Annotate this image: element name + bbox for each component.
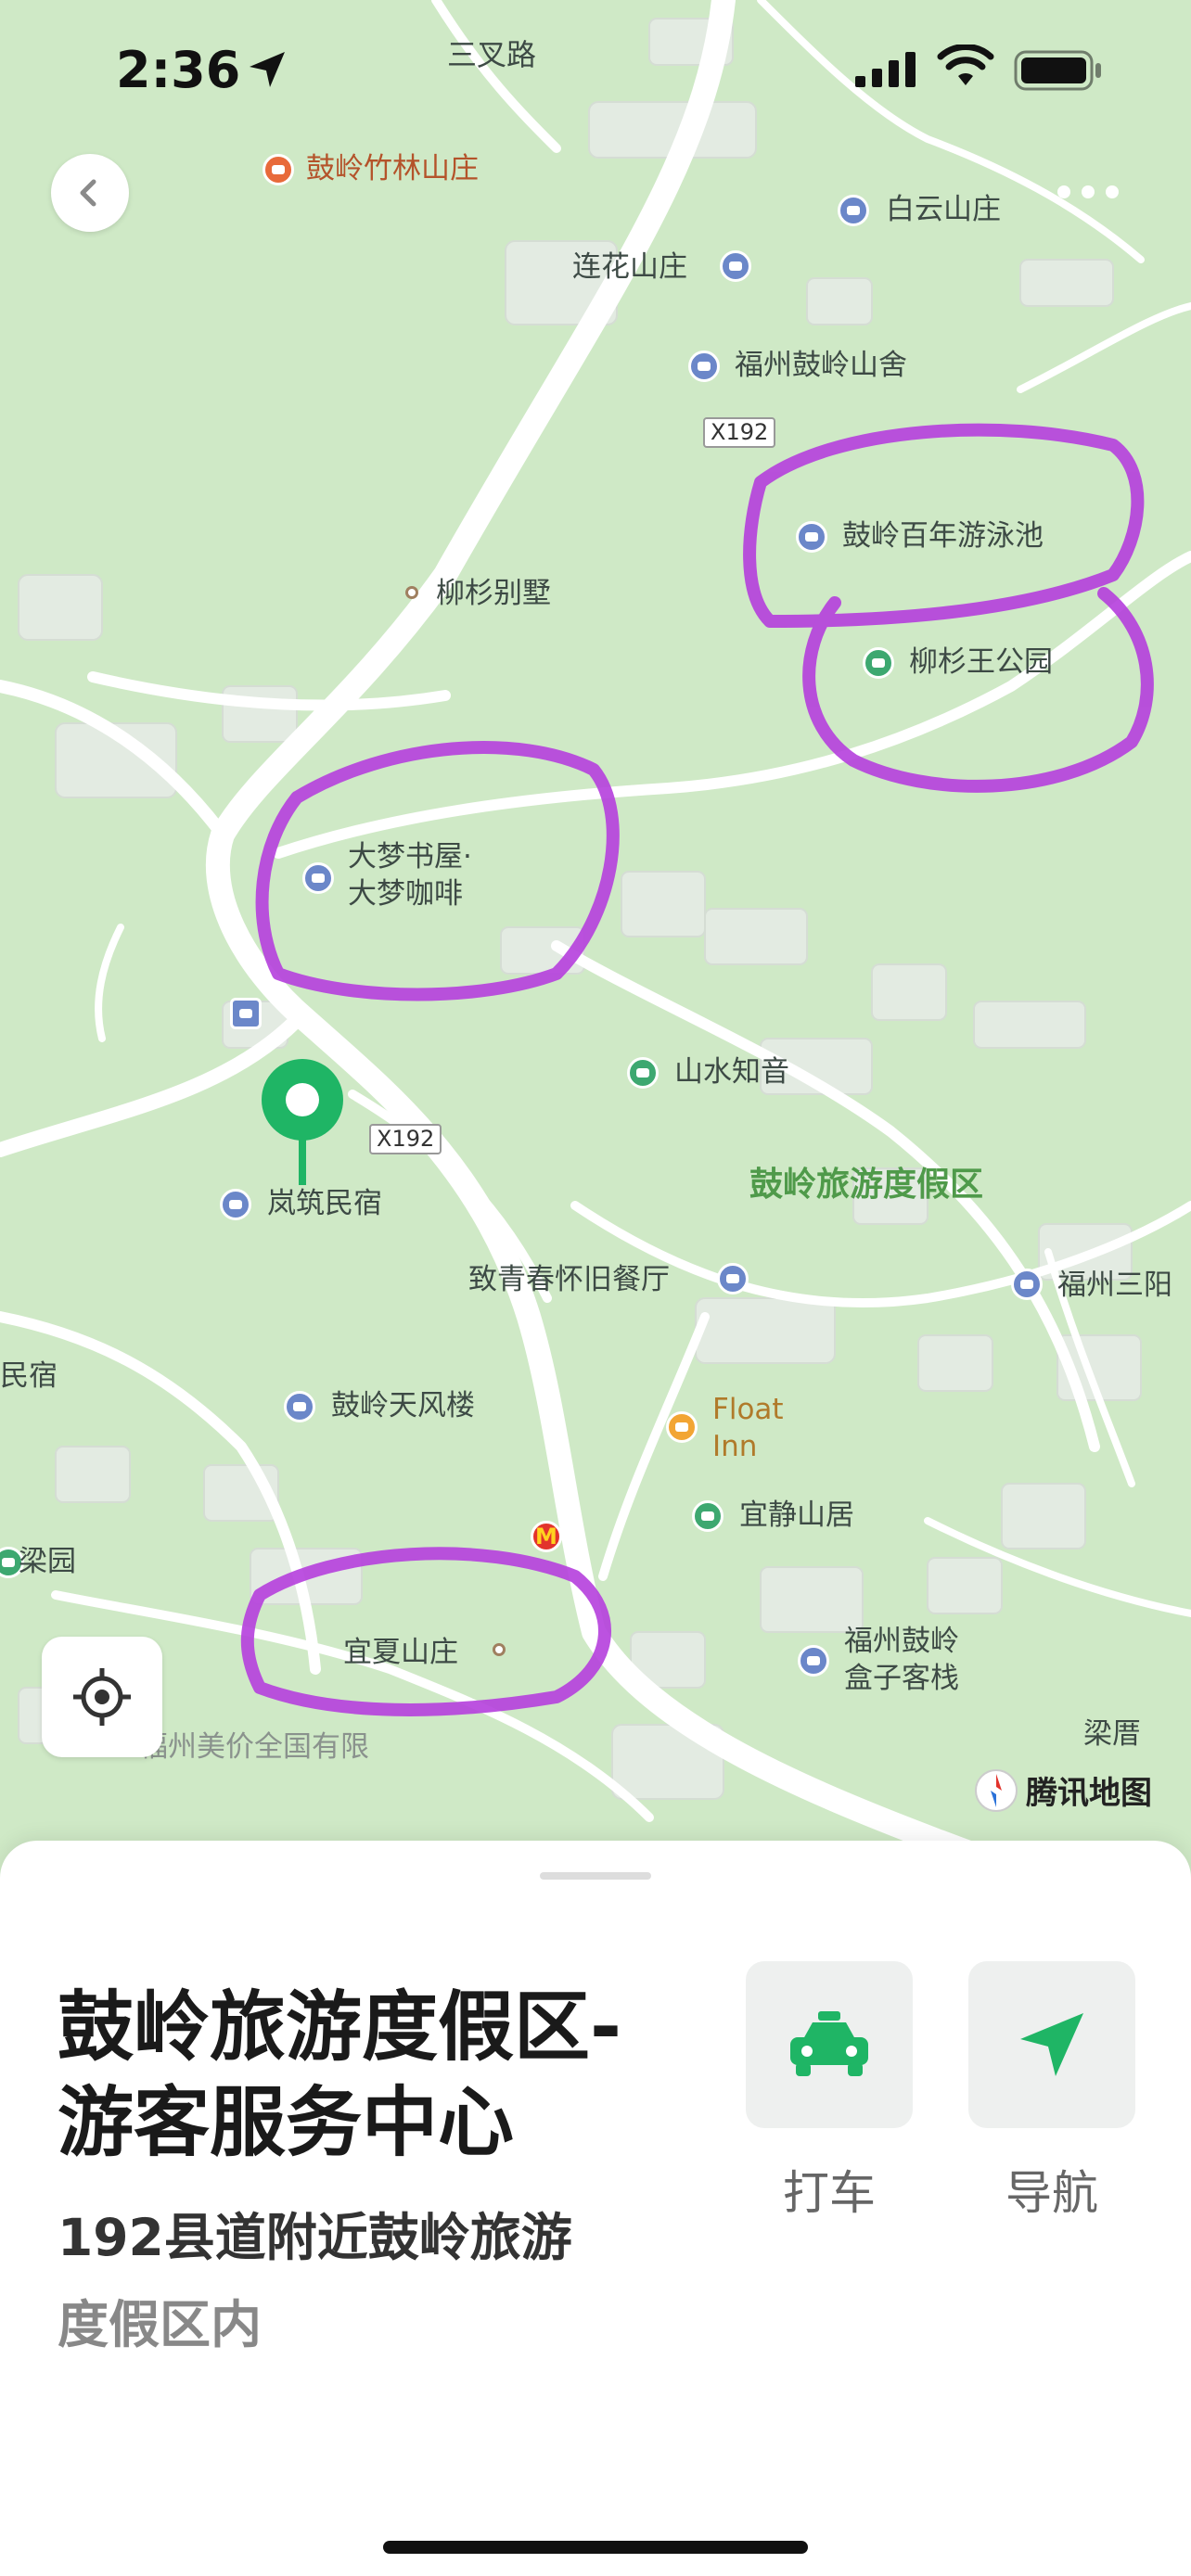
- navigation-arrow-icon: [1020, 2013, 1083, 2076]
- poi-liushanwang-park[interactable]: 柳杉王公园: [909, 645, 1053, 680]
- villa-dot-icon: [405, 586, 418, 599]
- poi-liushan-villa[interactable]: 柳杉别墅: [436, 577, 551, 611]
- map-view[interactable]: 三叉路 鼓岭竹林山庄 白云山庄 连花山庄 福州鼓岭山舍 X192 鼓岭百年游泳池…: [0, 0, 1191, 1855]
- poi-tianfeng[interactable]: 鼓岭天风楼: [331, 1389, 475, 1423]
- sheet-grabber[interactable]: [540, 1872, 651, 1880]
- home-indicator[interactable]: [383, 2541, 808, 2554]
- place-address: 192县道附近鼓岭旅游 度假区内: [58, 2195, 670, 2368]
- park-pin-icon[interactable]: [863, 647, 894, 679]
- poi-minsu-left[interactable]: 民宿: [0, 1359, 58, 1394]
- more-options-button[interactable]: [1057, 185, 1119, 198]
- poi-float-line1[interactable]: Float: [712, 1393, 784, 1427]
- area-label-resort: 鼓岭旅游度假区: [749, 1166, 984, 1204]
- poi-baiyun[interactable]: 白云山庄: [886, 193, 1001, 227]
- restaurant-pin-icon[interactable]: [717, 1263, 749, 1294]
- navigate-button-box[interactable]: [968, 1961, 1135, 2128]
- poi-float-line2[interactable]: Inn: [712, 1430, 757, 1464]
- poi-liangyuan[interactable]: 梁园: [19, 1545, 76, 1579]
- map-brand-logo: 腾讯地图: [974, 1767, 1152, 1813]
- hotel-pin-icon[interactable]: [220, 1189, 251, 1220]
- poi-boxinn-line1[interactable]: 福州鼓岭: [844, 1625, 959, 1659]
- villa-dot-icon: [493, 1643, 506, 1656]
- hotel-pin-icon[interactable]: [720, 250, 751, 282]
- hotel-pin-icon[interactable]: [284, 1391, 315, 1422]
- poi-liangcuo[interactable]: 梁厝: [1083, 1717, 1141, 1752]
- status-time: 2:36: [116, 41, 241, 99]
- poi-shanshui[interactable]: 山水知音: [674, 1055, 789, 1090]
- wifi-icon: [937, 44, 994, 91]
- hotel-pin-icon[interactable]: [798, 1645, 829, 1677]
- my-location-button[interactable]: [42, 1637, 162, 1757]
- navigate-button[interactable]: 导航: [968, 1961, 1135, 2223]
- address-line-primary: 192县道附近鼓岭旅游: [58, 2208, 572, 2267]
- taxi-icon: [790, 2011, 868, 2076]
- poi-lianhua[interactable]: 连花山庄: [572, 250, 687, 285]
- cellular-signal-icon: [855, 50, 920, 91]
- navigate-label: 导航: [1005, 2166, 1098, 2220]
- chevron-left-icon: [80, 179, 96, 207]
- inn-pin-icon[interactable]: [666, 1411, 698, 1443]
- road-label-sancha: 三叉路: [447, 37, 537, 72]
- poi-yijing[interactable]: 宜静山居: [739, 1498, 854, 1533]
- place-detail-sheet[interactable]: 鼓岭旅游度假区-游客服务中心 192县道附近鼓岭旅游 度假区内 打车 导航: [0, 1841, 1191, 2576]
- restaurant-pin-icon[interactable]: [263, 154, 294, 185]
- address-line-secondary: 度假区内: [58, 2294, 263, 2354]
- poi-boxinn-line2[interactable]: 盒子客栈: [844, 1662, 959, 1696]
- crosshair-icon: [73, 1668, 131, 1726]
- selected-location-pin-icon[interactable]: [258, 1055, 347, 1204]
- poi-guling-bamboo[interactable]: 鼓岭竹林山庄: [306, 152, 479, 186]
- road-shield-x192: X192: [703, 417, 776, 448]
- bus-stop-icon[interactable]: [230, 998, 262, 1029]
- park-pin-icon[interactable]: [692, 1500, 724, 1532]
- place-title: 鼓岭旅游度假区-游客服务中心: [58, 1983, 622, 2168]
- poi-dameng-line1[interactable]: 大梦书屋·: [348, 840, 472, 874]
- back-button[interactable]: [51, 154, 129, 232]
- taxi-label: 打车: [783, 2166, 876, 2220]
- pool-pin-icon[interactable]: [796, 521, 827, 553]
- poi-fuzhou-guling-shanshe[interactable]: 福州鼓岭山舍: [735, 349, 907, 383]
- poi-zhiqingchun[interactable]: 致青春怀旧餐厅: [468, 1263, 670, 1297]
- compass-logo-icon: [975, 1768, 1018, 1812]
- poi-swimming-pool[interactable]: 鼓岭百年游泳池: [842, 519, 1044, 554]
- more-dot-icon: [1082, 185, 1095, 198]
- more-dot-icon: [1106, 185, 1119, 198]
- battery-icon: [1014, 50, 1103, 95]
- poi-yixia[interactable]: 宜夏山庄: [343, 1636, 458, 1670]
- hotel-pin-icon[interactable]: [838, 195, 869, 226]
- hotel-pin-icon[interactable]: [1011, 1269, 1043, 1300]
- park-pin-icon[interactable]: [627, 1057, 659, 1089]
- mcdonalds-icon[interactable]: M: [531, 1521, 562, 1552]
- taxi-button[interactable]: 打车: [746, 1961, 913, 2223]
- hotel-pin-icon[interactable]: [688, 351, 720, 382]
- poi-fuzhou-sanyang[interactable]: 福州三阳: [1057, 1269, 1172, 1303]
- location-arrow-icon: [246, 48, 288, 95]
- more-dot-icon: [1057, 185, 1070, 198]
- taxi-button-box[interactable]: [746, 1961, 913, 2128]
- road-shield-x192: X192: [369, 1124, 442, 1154]
- brand-name: 腾讯地图: [1026, 1775, 1152, 1812]
- bookstore-pin-icon[interactable]: [302, 862, 334, 894]
- poi-dameng-line2[interactable]: 大梦咖啡: [348, 877, 463, 912]
- poi-bottom-partial[interactable]: 福州美价全国有限: [139, 1730, 369, 1765]
